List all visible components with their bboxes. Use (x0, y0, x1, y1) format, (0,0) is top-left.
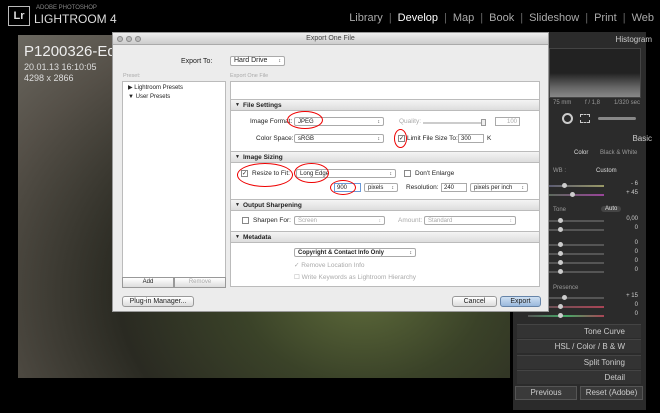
saturation-value: 0 (634, 311, 638, 317)
metadata-header[interactable]: Metadata (230, 231, 540, 243)
module-map[interactable]: Map (453, 12, 474, 24)
tint-value: + 45 (626, 190, 638, 196)
quality-label: Quality: (399, 118, 422, 125)
amount-label: Amount: (398, 217, 423, 224)
annotation-circle-limit (394, 129, 407, 148)
dialog-title: Export One File (306, 35, 355, 42)
saturation-slider[interactable] (528, 313, 604, 318)
quality-slider[interactable] (423, 119, 486, 126)
graduated-filter-icon[interactable] (580, 114, 590, 123)
file-settings-header[interactable]: File Settings (230, 99, 540, 111)
export-button[interactable]: Export (500, 296, 541, 307)
previous-button[interactable]: Previous (515, 386, 577, 400)
preset-folder-lightroom[interactable]: ▶ Lightroom Presets (128, 84, 183, 91)
basic-header[interactable]: Basic (632, 134, 652, 143)
resolution-unit-select[interactable]: pixels per inch (470, 183, 528, 192)
cancel-button[interactable]: Cancel (452, 296, 497, 307)
module-print[interactable]: Print (594, 12, 617, 24)
module-web[interactable]: Web (632, 12, 654, 24)
module-book[interactable]: Book (489, 12, 514, 24)
treatment-bw[interactable]: Black & White (600, 150, 637, 156)
contrast-value: 0 (634, 225, 638, 231)
image-sizing-header[interactable]: Image Sizing (230, 151, 540, 163)
wb-label: WB : (553, 168, 566, 174)
split-toning-header[interactable]: Split Toning (517, 355, 641, 369)
remove-location-checkbox[interactable]: ✓ Remove Location Info (294, 261, 365, 269)
limit-file-size-label: Limit File Size To: (407, 135, 458, 142)
module-develop[interactable]: Develop (398, 12, 438, 24)
sharpen-for-label: Sharpen For: (253, 217, 291, 224)
zoom-window-icon[interactable] (135, 36, 141, 42)
treatment-color[interactable]: Color (574, 150, 588, 156)
adjustment-brush-icon[interactable] (598, 117, 636, 120)
resolution-label: Resolution: (406, 184, 439, 191)
temp-value: - 6 (630, 181, 638, 187)
shadows-value: 0 (634, 249, 638, 255)
export-to-label: Export To: (181, 58, 213, 65)
close-window-icon[interactable] (117, 36, 123, 42)
size-unit-select[interactable]: pixels (364, 183, 398, 192)
whites-value: 0 (634, 258, 638, 264)
shutter-speed: 1/320 sec (614, 100, 641, 106)
photo-date: 20.01.13 16:10:05 (24, 62, 97, 72)
wb-select[interactable]: Custom (596, 168, 617, 174)
tone-curve-header[interactable]: Tone Curve (517, 324, 641, 338)
dont-enlarge-checkbox[interactable] (404, 170, 411, 177)
histogram-header[interactable]: Histogram (616, 35, 652, 44)
annotation-circle-long-edge (294, 163, 329, 183)
photo-filename: P1200326-Ed (24, 43, 116, 60)
module-picker: Library | Develop | Map | Book | Slideshow | … (349, 12, 654, 24)
hsl-header[interactable]: HSL / Color / B & W (517, 339, 641, 353)
vibrance-value: 0 (634, 302, 638, 308)
highlights-value: 0 (634, 240, 638, 246)
focal-length: 75 mm (553, 100, 572, 106)
lightroom-logo: Lr (8, 6, 30, 26)
limit-file-size-input[interactable]: 300 (458, 134, 484, 143)
preset-name-label: Export One File (230, 73, 269, 79)
metadata-include-select[interactable]: Copyright & Contact Info Only (294, 248, 416, 257)
annotation-circle-size (330, 180, 356, 195)
module-library[interactable]: Library (349, 12, 383, 24)
presence-label: Presence (553, 285, 579, 291)
auto-tone-button[interactable]: Auto (601, 206, 622, 212)
color-space-select[interactable]: sRGB (294, 134, 384, 143)
preset-list (122, 81, 226, 287)
output-sharpening-header[interactable]: Output Sharpening (230, 199, 540, 211)
annotation-circle-format (287, 111, 323, 129)
detail-header[interactable]: Detail (517, 370, 641, 384)
histogram (549, 48, 641, 98)
quality-input[interactable]: 100 (495, 117, 520, 126)
sharpen-for-select[interactable]: Screen (294, 216, 385, 225)
color-space-label: Color Space: (256, 135, 294, 142)
add-preset-button[interactable]: Add (122, 277, 174, 288)
exposure-value: 0,00 (626, 216, 638, 222)
module-slideshow[interactable]: Slideshow (529, 12, 579, 24)
write-keywords-checkbox[interactable]: ☐ Write Keywords as Lightroom Hierarchy (294, 273, 416, 281)
image-format-label: Image Format: (250, 118, 293, 125)
export-to-select[interactable]: Hard Drive (230, 56, 285, 66)
annotation-circle-resize (237, 163, 293, 187)
preset-label: Preset: (123, 73, 141, 79)
sharpen-for-checkbox[interactable] (242, 217, 249, 224)
aperture: f / 1,8 (585, 100, 601, 106)
resolution-input[interactable]: 240 (441, 183, 467, 192)
minimize-window-icon[interactable] (126, 36, 132, 42)
tone-label: Tone (553, 207, 567, 213)
plugin-manager-button[interactable]: Plug-in Manager... (122, 296, 194, 307)
preset-folder-user[interactable]: ▼ User Presets (128, 94, 170, 100)
clarity-value: + 15 (626, 293, 638, 299)
brand-title: LIGHTROOM 4 (34, 12, 117, 26)
dialog-titlebar[interactable]: Export One File (113, 33, 548, 45)
brand-subtitle: ADOBE PHOTOSHOP (36, 5, 97, 11)
blacks-value: 0 (634, 267, 638, 273)
remove-preset-button[interactable]: Remove (174, 277, 226, 288)
amount-select[interactable]: Standard (424, 216, 516, 225)
photo-dimensions: 4298 x 2866 (24, 73, 74, 83)
reset-button[interactable]: Reset (Adobe) (580, 386, 643, 400)
red-eye-tool-icon[interactable] (562, 113, 573, 124)
export-dialog: Export One File Export To: Hard Drive Pr… (112, 32, 549, 312)
limit-file-size-unit: K (487, 135, 492, 142)
dont-enlarge-label: Don't Enlarge (415, 170, 455, 177)
